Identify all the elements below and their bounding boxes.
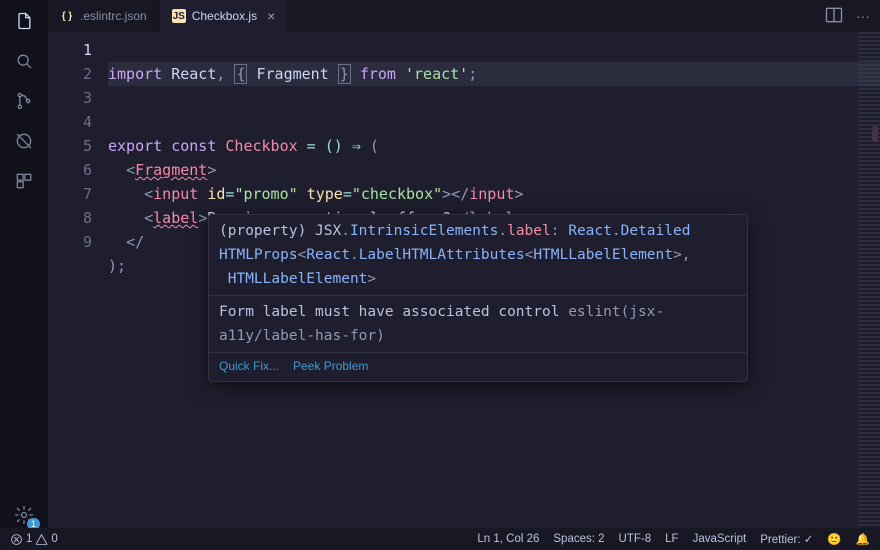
status-language[interactable]: JavaScript	[693, 533, 747, 545]
status-encoding[interactable]: UTF-8	[619, 533, 652, 545]
extensions-icon[interactable]	[11, 168, 37, 194]
tab-bar: { } .eslintrc.json JS Checkbox.js × ···	[48, 0, 880, 32]
source-control-icon[interactable]	[11, 88, 37, 114]
line-number-gutter: 123456789	[48, 32, 108, 528]
search-icon[interactable]	[11, 48, 37, 74]
hover-tooltip: (property) JSX.IntrinsicElements.label: …	[208, 214, 748, 382]
settings-gear-icon[interactable]: 1	[11, 502, 37, 528]
quick-fix-link[interactable]: Quick Fix...	[219, 359, 279, 373]
activity-bar: 1	[0, 0, 48, 528]
more-actions-icon[interactable]: ···	[856, 8, 870, 24]
editor-group: { } .eslintrc.json JS Checkbox.js × ··· …	[48, 0, 880, 528]
status-cursor[interactable]: Ln 1, Col 26	[477, 533, 539, 545]
peek-problem-link[interactable]: Peek Problem	[293, 359, 368, 373]
status-indent[interactable]: Spaces: 2	[553, 533, 604, 545]
tab-label: Checkbox.js	[192, 9, 257, 23]
code-editor[interactable]: 123456789 import React, { Fragment } fro…	[48, 32, 880, 528]
js-file-icon: JS	[172, 9, 186, 23]
status-bar: 1 0 Ln 1, Col 26 Spaces: 2 UTF-8 LF Java…	[0, 528, 880, 550]
lint-message: Form label must have associated control	[219, 304, 568, 320]
status-eol[interactable]: LF	[665, 533, 678, 545]
status-problems[interactable]: 1 0	[10, 533, 58, 546]
status-prettier[interactable]: Prettier: ✓	[760, 532, 813, 546]
json-file-icon: { }	[60, 9, 74, 23]
split-editor-icon[interactable]	[824, 5, 844, 28]
tab-label: .eslintrc.json	[80, 9, 147, 23]
status-bell-icon[interactable]: 🔔	[856, 532, 870, 546]
status-feedback-icon[interactable]: 🙂	[827, 532, 841, 546]
close-icon[interactable]: ×	[267, 9, 275, 23]
minimap-error-marker[interactable]	[872, 126, 878, 142]
tab-eslintrc[interactable]: { } .eslintrc.json	[48, 0, 160, 32]
debug-icon[interactable]	[11, 128, 37, 154]
tab-checkbox-js[interactable]: JS Checkbox.js ×	[160, 0, 289, 32]
minimap[interactable]	[858, 32, 880, 528]
explorer-icon[interactable]	[11, 8, 37, 34]
